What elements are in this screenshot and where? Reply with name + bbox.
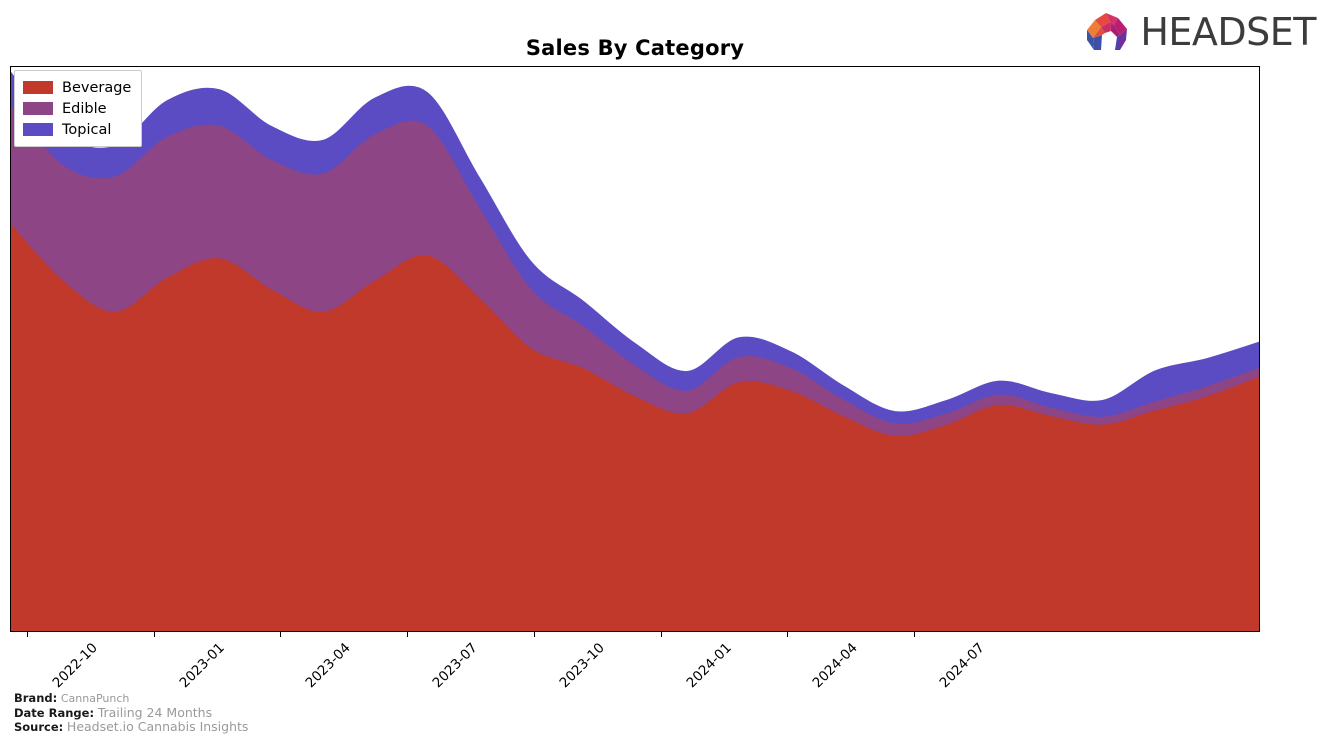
x-tick-mark — [787, 632, 788, 637]
x-tick-mark — [407, 632, 408, 637]
legend-label-beverage: Beverage — [62, 79, 132, 96]
footnote-date-range-value: Trailing 24 Months — [97, 704, 213, 720]
legend-swatch-topical — [23, 123, 53, 136]
legend-item-beverage[interactable]: Beverage — [23, 77, 131, 98]
x-tick-label: 2022-10 — [49, 640, 101, 692]
headset-arch-logo-icon — [1087, 13, 1128, 50]
x-axis: 2022-10 2023-01 2023-04 2023-07 2023-10 2024-… — [0, 632, 1324, 692]
chart-legend: Beverage Edible Topical — [14, 70, 143, 147]
header-bar: Sales By Category HEADSET — [0, 0, 1324, 66]
footnote-brand: Brand: CannaPunch — [14, 691, 248, 706]
x-tick-mark — [534, 632, 535, 637]
x-tick-label: 2024-07 — [936, 640, 988, 692]
chart-plot-area — [10, 66, 1260, 632]
x-tick-label: 2023-01 — [176, 640, 228, 692]
legend-item-edible[interactable]: Edible — [23, 98, 131, 119]
x-tick-label: 2023-07 — [429, 640, 481, 692]
legend-label-topical: Topical — [62, 121, 112, 138]
x-tick-mark — [914, 632, 915, 637]
x-tick-mark — [661, 632, 662, 637]
x-tick-mark — [154, 632, 155, 637]
footnote-date-range: Date Range: Trailing 24 Months — [14, 704, 248, 721]
x-tick-mark — [280, 632, 281, 637]
x-tick-mark — [27, 632, 28, 637]
footnote-source-label: Source: — [14, 720, 64, 735]
footnote-source-value: Headset.io Cannabis Insights — [66, 719, 249, 735]
footnote-date-range-label: Date Range: — [14, 705, 95, 720]
x-tick-label: 2024-04 — [809, 640, 861, 692]
stacked-area-chart — [11, 71, 1259, 631]
area-series-group — [11, 71, 1259, 631]
headset-logo: HEADSET — [1084, 8, 1316, 56]
footnote-source: Source: Headset.io Cannabis Insights — [14, 720, 248, 735]
x-tick-label: 2024-01 — [683, 640, 735, 692]
x-tick-label: 2023-04 — [302, 640, 354, 692]
page-title: Sales By Category — [525, 36, 745, 60]
footnote-brand-label: Brand: — [14, 691, 58, 705]
legend-swatch-edible — [23, 102, 53, 115]
legend-swatch-beverage — [23, 81, 53, 94]
footnote-brand-value: CannaPunch — [60, 692, 130, 705]
chart-footnote: Brand: CannaPunch Date Range: Trailing 2… — [14, 691, 248, 735]
logo-wordmark: HEADSET — [1140, 10, 1316, 54]
legend-item-topical[interactable]: Topical — [23, 119, 131, 140]
legend-label-edible: Edible — [62, 100, 107, 117]
area-beverage — [11, 224, 1259, 631]
x-tick-label: 2023-10 — [556, 640, 608, 692]
